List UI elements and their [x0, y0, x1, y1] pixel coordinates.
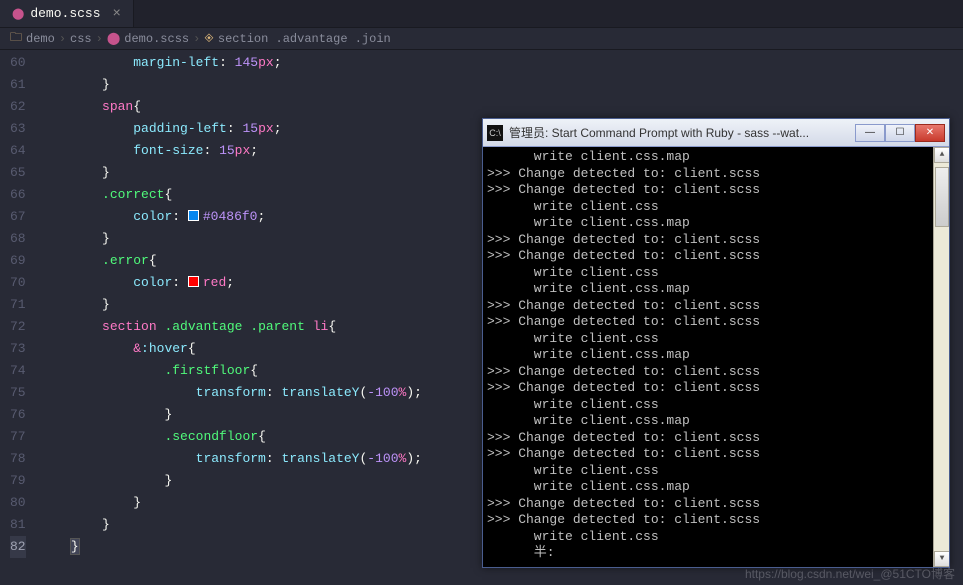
- breadcrumb-part[interactable]: css: [70, 32, 92, 46]
- chevron-right-icon: ›: [96, 32, 103, 46]
- code-line[interactable]: }: [40, 74, 963, 96]
- tab-label: demo.scss: [30, 6, 100, 21]
- line-number: 78: [10, 448, 26, 470]
- line-number: 64: [10, 140, 26, 162]
- line-number: 67: [10, 206, 26, 228]
- symbol-icon: 🞚: [204, 32, 214, 46]
- line-number: 66: [10, 184, 26, 206]
- line-number: 73: [10, 338, 26, 360]
- console-output[interactable]: write client.css.map >>> Change detected…: [483, 147, 949, 567]
- line-number: 81: [10, 514, 26, 536]
- scrollbar[interactable]: ▲ ▼: [933, 147, 949, 567]
- line-number: 63: [10, 118, 26, 140]
- line-number: 65: [10, 162, 26, 184]
- line-number: 79: [10, 470, 26, 492]
- folder-icon: 🗀: [10, 28, 22, 49]
- scroll-up-button[interactable]: ▲: [934, 147, 949, 163]
- line-number: 76: [10, 404, 26, 426]
- line-number: 70: [10, 272, 26, 294]
- window-title: 管理员: Start Command Prompt with Ruby - sa…: [509, 124, 855, 141]
- color-swatch: [188, 210, 199, 221]
- scroll-thumb[interactable]: [935, 167, 949, 227]
- scss-file-icon: ⬤: [12, 7, 24, 21]
- breadcrumb-part[interactable]: demo.scss: [124, 32, 189, 46]
- minimize-button[interactable]: —: [855, 124, 885, 142]
- tab-bar: ⬤ demo.scss ×: [0, 0, 963, 28]
- line-number: 74: [10, 360, 26, 382]
- scss-file-icon: ⬤: [107, 31, 120, 46]
- command-prompt-window[interactable]: C:\ 管理员: Start Command Prompt with Ruby …: [482, 118, 950, 568]
- line-number: 62: [10, 96, 26, 118]
- chevron-right-icon: ›: [59, 32, 66, 46]
- line-number: 72: [10, 316, 26, 338]
- line-number: 77: [10, 426, 26, 448]
- line-number: 75: [10, 382, 26, 404]
- color-swatch: [188, 276, 199, 287]
- close-icon[interactable]: ×: [113, 6, 121, 22]
- chevron-right-icon: ›: [193, 32, 200, 46]
- breadcrumb-part[interactable]: section .advantage .join: [218, 32, 391, 46]
- line-number: 82: [10, 536, 26, 558]
- breadcrumb-part[interactable]: demo: [26, 32, 55, 46]
- breadcrumb: 🗀 demo › css › ⬤ demo.scss › 🞚 section .…: [0, 28, 963, 50]
- line-number: 60: [10, 52, 26, 74]
- line-number: 80: [10, 492, 26, 514]
- code-line[interactable]: margin-left: 145px;: [40, 52, 963, 74]
- close-button[interactable]: ✕: [915, 124, 945, 142]
- code-line[interactable]: span{: [40, 96, 963, 118]
- tab-demo-scss[interactable]: ⬤ demo.scss ×: [0, 0, 134, 27]
- window-titlebar[interactable]: C:\ 管理员: Start Command Prompt with Ruby …: [483, 119, 949, 147]
- watermark: https://blog.csdn.net/wei_@51CTO博客: [745, 565, 955, 582]
- line-number: 69: [10, 250, 26, 272]
- line-number-gutter: 6061626364656667686970717273747576777879…: [0, 50, 40, 585]
- maximize-button[interactable]: ☐: [885, 124, 915, 142]
- line-number: 68: [10, 228, 26, 250]
- console-icon: C:\: [487, 125, 503, 141]
- line-number: 71: [10, 294, 26, 316]
- line-number: 61: [10, 74, 26, 96]
- console-text: write client.css.map >>> Change detected…: [487, 149, 945, 562]
